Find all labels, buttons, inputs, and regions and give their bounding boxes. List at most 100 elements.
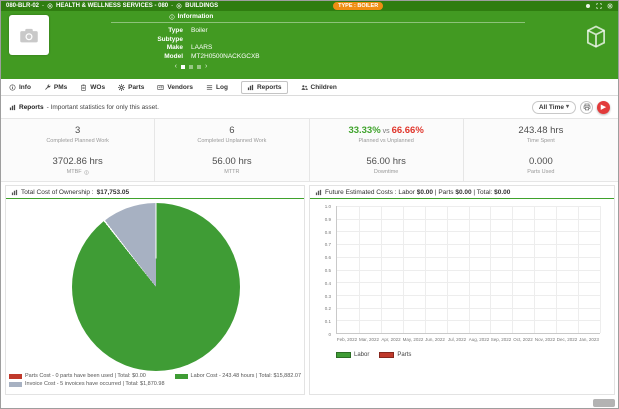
top-bar: 080-BLR-02 - HEALTH & WELLNESS SERVICES - … [1,1,618,11]
future-costs-header: Future Estimated Costs : Labor $0.00 | P… [310,186,614,199]
stat-label: MTBF [67,169,89,175]
x-tick-label: Dec, 2022 [556,337,578,342]
stat-value: 243.48 hrs [518,125,564,136]
tab-vendors[interactable]: Vendors [157,82,193,93]
gear-icon [118,83,126,91]
printer-icon [583,103,591,111]
y-tick-label: 0.1 [324,318,331,324]
carousel-dot[interactable] [197,64,201,69]
stat-label: Time Spent [526,138,555,144]
x-tick-label: Jan, 2023 [579,337,599,342]
total-cost-title: Total Cost of Ownership : [21,188,94,196]
x-tick-label: Jul, 2022 [447,337,467,342]
breadcrumb-item[interactable]: HEALTH & WELLNESS SERVICES - 080 [56,3,168,9]
stat-mtbf: 3702.86 hrs MTBF [1,150,156,181]
breadcrumb-separator: - [171,3,174,9]
bar-legend: Labor Parts [336,352,411,358]
pie-legend-item: Invoice Cost - 5 invoices have occurred … [8,381,165,387]
stat-label: Parts Used [527,169,555,175]
stat-label: Planned vs Unplanned [358,138,414,144]
x-tick-label: May, 2022 [402,337,424,342]
stat-time-spent: 243.48 hrs Time Spent [464,119,618,150]
info-carousel: ‹ › [111,63,271,70]
stat-planned-vs-unplanned: 33.33% vs 66.66% Planned vs Unplanned [310,119,464,150]
x-tick-label: Aug, 2022 [468,337,490,342]
run-report-button[interactable]: ▶ [597,100,610,114]
info-field-value: MT2H0500NACKGCXB [191,52,260,60]
y-tick-label: 0 [328,331,331,337]
bar-legend-item[interactable]: Parts [379,352,411,358]
x-tick-label: Apr, 2022 [381,337,401,342]
info-field-label: Model [164,52,183,60]
stat-value: 56.00 hrs [212,156,252,167]
info-fields: Type Boiler Subtype Make LAARS Model MT2H0500N… [111,27,260,61]
y-tick-label: 1.0 [324,203,331,209]
legend-swatch [336,352,351,358]
legend-text: Parts [397,352,412,358]
type-badge: TYPE : BOILER [333,2,384,10]
tab-reports[interactable]: Reports [240,80,288,94]
info-field-label: Subtype [157,35,183,43]
bar-legend-item[interactable]: Labor [336,352,369,358]
stat-value: 33.33% vs 66.66% [348,125,424,136]
carousel-dot[interactable] [181,64,185,69]
info-field-row: Model MT2H0500NACKGCXB [111,52,260,60]
y-tick-label: 0.8 [324,229,331,235]
info-field-label: Make [166,44,183,51]
print-button[interactable] [580,100,593,114]
info-field-label: Type [168,27,183,34]
circle-badge-icon [47,3,53,9]
tab-log[interactable]: Log [206,82,228,93]
bar-x-axis: Feb, 2022 Mar, 2022 Apr, 2022 May, 2022 Jun,… [336,337,600,345]
tab-label: Reports [256,83,282,91]
legend-swatch [379,352,395,358]
future-costs-title: Future Estimated Costs : Labor $0.00 | P… [325,188,511,196]
carousel-dots [181,64,201,69]
tab-parts[interactable]: Parts [118,82,144,93]
time-filter-dropdown[interactable]: All Time ▾ [531,100,576,114]
tab-children[interactable]: Children [301,82,337,93]
bar-plot [336,206,601,334]
legend-text: Parts Cost - 0 parts have been used | To… [24,373,146,379]
y-tick-label: 0.9 [324,216,331,222]
chart-icon [315,189,322,196]
total-cost-card: Total Cost of Ownership : $17,753.05 Par… [5,185,305,395]
info-icon [9,84,16,91]
carousel-prev-icon[interactable]: ‹ [175,63,177,70]
info-panel-title-text: Information [177,13,214,20]
stat-parts-used: 0.000 Parts Used [464,150,618,181]
expand-icon[interactable] [596,3,602,9]
tab-info[interactable]: Info [9,82,31,93]
time-filter-label: All Time [538,103,564,111]
pie-legend: Parts Cost - 0 parts have been used | To… [6,373,304,387]
pie-chart[interactable] [72,203,240,371]
breadcrumb-item[interactable]: 080-BLR-02 [6,3,39,9]
tab-label: Children [310,83,337,91]
pie-legend-item: Parts Cost - 0 parts have been used | To… [8,373,165,379]
x-tick-label: Sep, 2022 [490,337,512,342]
dot-icon[interactable] [585,3,591,9]
info-icon [83,169,89,175]
asset-detail-page: 080-BLR-02 - HEALTH & WELLNESS SERVICES - … [0,0,619,409]
legend-swatch [8,373,22,379]
bottom-right-handle[interactable] [593,399,615,407]
top-bar-icons [585,3,613,9]
gear-icon[interactable] [607,3,613,9]
reports-bar: Reports - Important statistics for only … [1,96,618,118]
stat-label: Completed Planned Work [46,138,109,144]
stat-value: 0.000 [528,156,553,167]
tab-wos[interactable]: WOs [80,82,105,93]
carousel-next-icon[interactable]: › [205,63,207,70]
breadcrumb: 080-BLR-02 - HEALTH & WELLNESS SERVICES - … [6,3,218,9]
carousel-dot[interactable] [189,64,193,69]
tab-label: WOs [90,83,106,91]
asset-photo-placeholder[interactable] [9,15,49,55]
x-tick-label: Jun, 2022 [425,337,445,342]
bar-y-axis: 1.0 0.9 0.8 0.7 0.6 0.5 0.4 0.3 0.2 0.1 0 [310,203,334,337]
stat-downtime: 56.00 hrs Downtime [310,150,464,181]
bar-grid [337,206,601,333]
tab-pms[interactable]: PMs [44,82,67,93]
breadcrumb-item[interactable]: BUILDINGS [185,3,218,9]
tab-label: PMs [53,83,68,91]
info-field-value: Boiler [191,27,208,34]
